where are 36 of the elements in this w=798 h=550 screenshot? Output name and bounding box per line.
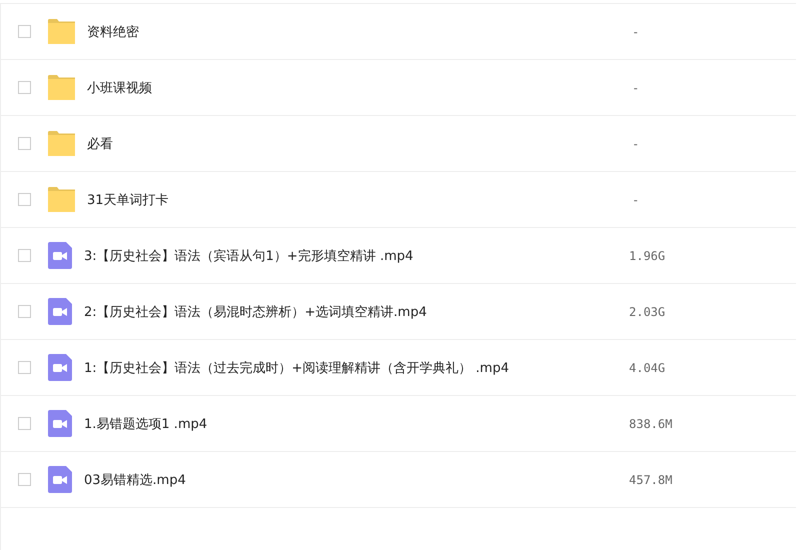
folder-icon [48,187,75,212]
folder-icon [48,19,75,44]
file-name[interactable]: 1:【历史社会】语法（过去完成时）+阅读理解精讲（含开学典礼） .mp4 [84,358,629,376]
file-size: 2.03G [629,304,666,318]
file-name[interactable]: 必看 [87,134,632,152]
video-file-icon [48,298,72,325]
video-file-icon [48,466,72,493]
video-file-icon [48,242,72,269]
file-size: - [632,192,640,206]
video-file-icon [48,410,72,437]
file-name[interactable]: 小班课视频 [87,78,632,96]
file-size: - [632,24,640,38]
video-file-icon [48,354,72,381]
folder-icon [48,131,75,156]
file-size: - [632,80,640,94]
folder-icon [48,75,75,100]
checkbox[interactable] [18,417,31,430]
checkbox[interactable] [18,81,31,94]
file-size: - [632,136,640,150]
file-name[interactable]: 2:【历史社会】语法（易混时态辨析）+选词填空精讲.mp4 [84,302,629,320]
file-name[interactable]: 1.易错题选项1 .mp4 [84,414,629,432]
file-name[interactable]: 03易错精选.mp4 [84,470,629,488]
file-size: 457.8M [629,472,672,486]
checkbox[interactable] [18,193,31,206]
checkbox[interactable] [18,473,31,486]
checkbox[interactable] [18,25,31,38]
file-size: 838.6M [629,416,672,430]
file-name[interactable]: 31天单词打卡 [87,190,632,208]
checkbox[interactable] [18,137,31,150]
file-size: 1.96G [629,248,666,262]
checkbox[interactable] [18,305,31,318]
checkbox[interactable] [18,249,31,262]
file-size: 4.04G [629,360,666,374]
file-name[interactable]: 资料绝密 [87,22,632,40]
checkbox[interactable] [18,361,31,374]
file-name[interactable]: 3:【历史社会】语法（宾语从句1）+完形填空精讲 .mp4 [84,246,629,264]
